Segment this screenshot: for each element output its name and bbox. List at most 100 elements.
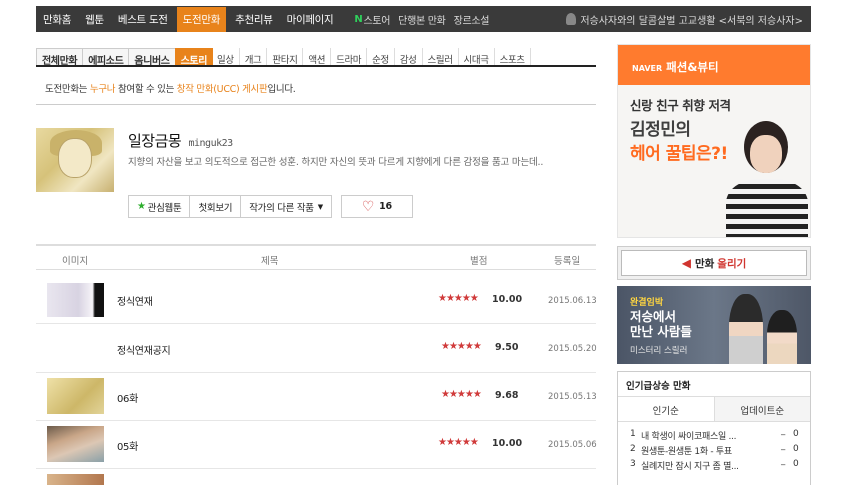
tab-omnibus[interactable]: 옴니버스 xyxy=(128,48,176,67)
challenge-notice: 도전만화는 누구나 참여할 수 있는 창작 만화(UCC) 게시판입니다. xyxy=(45,81,296,95)
naver-n-icon: N xyxy=(354,13,363,25)
comic-author[interactable]: minguk23 xyxy=(188,138,233,149)
rank-title: 원생툰-원생툰 1화 - 투표 xyxy=(641,447,732,457)
rank-change: 0 xyxy=(793,429,799,439)
list-item[interactable]: 1 내 학생이 싸이코패스일 ... ━ 0 xyxy=(630,429,810,444)
tab-genre-sports[interactable]: 스포츠 xyxy=(495,48,531,66)
reaper-icon xyxy=(566,13,577,25)
arrow-icon: ━ xyxy=(781,446,785,454)
rank-change: 0 xyxy=(793,459,799,469)
episode-thumbnail[interactable] xyxy=(47,426,104,462)
ad-genre: 미스터리 스릴러 xyxy=(630,346,688,356)
first-episode-button[interactable]: 첫회보기 xyxy=(189,195,242,218)
secondary-nav: N 스토어 단행본 만화 장르소설 xyxy=(350,12,493,27)
nav-book-comic[interactable]: 단행본 만화 xyxy=(398,12,446,27)
episode-title[interactable]: 05화 xyxy=(117,438,138,453)
episode-title[interactable]: 정식연재 xyxy=(117,293,153,308)
comic-thumbnail[interactable] xyxy=(36,128,114,192)
divider xyxy=(36,104,596,105)
caret-down-icon: ▼ xyxy=(317,202,323,211)
nav-best-challenge[interactable]: 베스트 도전 xyxy=(118,12,168,27)
rating-score: 9.50 xyxy=(495,342,519,353)
table-row[interactable]: 05화 ★★★★★ 10.00 2015.05.06 xyxy=(36,422,597,469)
comic-promo-ad[interactable]: 완결임박 저승에서 만난 사람들 미스터리 스릴러 xyxy=(617,286,811,364)
nav-webtoon[interactable]: 웹툰 xyxy=(85,12,104,27)
tab-story[interactable]: 스토리 xyxy=(174,48,214,67)
nav-store[interactable]: 스토어 xyxy=(363,12,390,27)
tab-genre-drama[interactable]: 드라마 xyxy=(331,48,368,66)
heart-icon: ♡ xyxy=(361,198,375,215)
tab-genre-thriller[interactable]: 스릴러 xyxy=(423,48,459,66)
tab-genre-fantasy[interactable]: 판타지 xyxy=(267,48,304,66)
first-episode-label: 첫회보기 xyxy=(198,202,233,214)
tab-genre-historical[interactable]: 시대극 xyxy=(459,48,495,66)
notice-prefix: 도전만화는 xyxy=(45,84,90,95)
table-row[interactable]: 정식연재공지 ★★★★★ 9.50 2015.05.20 xyxy=(36,325,597,373)
ad-person-face xyxy=(750,135,782,173)
header-image: 이미지 xyxy=(62,256,89,267)
comic-title: 일장금몽 xyxy=(128,132,182,150)
nav-challenge-comic[interactable]: 도전만화 xyxy=(176,6,227,32)
notice-highlight-ucc: 창작 만화(UCC) 게시판 xyxy=(176,84,268,95)
ad-title-line-1: 저승에서 xyxy=(630,309,677,324)
episode-thumbnail[interactable] xyxy=(47,378,104,414)
tab-genre-action[interactable]: 액션 xyxy=(303,48,332,66)
main-nav: 만화홈 웹툰 베스트 도전 도전만화 추천리뷰 마이페이지 xyxy=(36,6,340,32)
ad-line-1: 신랑 친구 취향 저격 xyxy=(630,98,731,113)
list-item[interactable]: 3 실례지만 잠시 지구 좀 멸... ━ 0 xyxy=(630,459,810,474)
naver-brand: NAVER xyxy=(632,64,663,73)
arrow-icon: ━ xyxy=(781,461,785,469)
megaphone-icon: ◀ xyxy=(681,256,691,270)
episode-date: 2015.05.20 xyxy=(548,344,597,354)
comic-actions: ★ 관심웹툰 첫회보기 작가의 다른 작품 ▼ ♡ 16 xyxy=(128,195,413,218)
tab-genre-romance[interactable]: 순정 xyxy=(367,48,395,66)
header-rating: 별점 xyxy=(470,256,488,267)
table-row[interactable]: 06화 ★★★★★ 9.68 2015.05.13 xyxy=(36,374,597,421)
tab-updated[interactable]: 업데이트순 xyxy=(714,397,810,421)
rating-stars: ★★★★★ xyxy=(441,389,482,400)
tab-genre-emotional[interactable]: 감성 xyxy=(395,48,423,66)
notice-middle: 참여할 수 있는 xyxy=(115,84,177,95)
episode-table-header: 이미지 제목 별점 등록일 xyxy=(36,244,596,270)
like-button[interactable]: ♡ 16 xyxy=(340,195,413,218)
episode-thumbnail[interactable] xyxy=(47,474,104,485)
tab-genre-daily[interactable]: 일상 xyxy=(212,48,240,66)
rank-title: 내 학생이 싸이코패스일 ... xyxy=(641,432,737,442)
tab-genre-gag[interactable]: 개그 xyxy=(240,48,268,66)
comic-title-block: 일장금몽 minguk23 xyxy=(128,130,233,151)
rank-number: 2 xyxy=(630,444,636,454)
nav-my-page[interactable]: 마이페이지 xyxy=(287,12,334,27)
nav-recommend-review[interactable]: 추천리뷰 xyxy=(235,12,273,27)
list-item[interactable]: 2 원생툰-원생툰 1화 - 투표 ━ 0 xyxy=(630,444,810,459)
rank-number: 1 xyxy=(630,429,636,439)
rating-stars: ★★★★★ xyxy=(438,293,479,304)
rating-stars: ★★★★★ xyxy=(441,341,482,352)
episode-date: 2015.05.06 xyxy=(548,440,597,450)
nav-comic-home[interactable]: 만화홈 xyxy=(43,12,71,27)
episode-title[interactable]: 정식연재공지 xyxy=(117,342,171,357)
episode-date: 2015.05.13 xyxy=(548,392,597,402)
tab-popular[interactable]: 인기순 xyxy=(618,397,715,421)
top-promo-link[interactable]: 저승사자와의 달콤살벌 고교생활 <서북의 저승사자> xyxy=(566,12,803,27)
header-date: 등록일 xyxy=(554,256,581,267)
ad-tag: 완결임박 xyxy=(630,298,664,308)
tab-episode[interactable]: 에피소드 xyxy=(82,48,130,67)
fashion-beauty-ad[interactable]: NAVER 패션&뷰티 신랑 친구 취향 저격 김정민의 헤어 꿀팁은?! xyxy=(617,44,811,238)
rating-score: 10.00 xyxy=(492,294,523,305)
table-row[interactable] xyxy=(36,470,596,485)
favorite-webtoon-button[interactable]: ★ 관심웹툰 xyxy=(128,195,191,218)
upload-highlight: 올리기 xyxy=(717,257,747,270)
table-row[interactable]: 정식연재 ★★★★★ 10.00 2015.06.13 xyxy=(36,271,597,324)
tab-all-comics[interactable]: 전체만화 xyxy=(36,48,84,67)
favorite-label: 관심웹툰 xyxy=(147,202,182,214)
upload-comic-button[interactable]: ◀ 만화 올리기 xyxy=(621,250,807,276)
episode-thumbnail[interactable] xyxy=(47,283,104,317)
arrow-icon: ━ xyxy=(781,431,785,439)
rank-title: 실례지만 잠시 지구 좀 멸... xyxy=(641,462,739,472)
nav-genre-novel[interactable]: 장르소설 xyxy=(454,12,490,27)
ad-character-1 xyxy=(729,294,763,364)
episode-title[interactable]: 06화 xyxy=(117,390,138,405)
other-works-label: 작가의 다른 작품 xyxy=(249,202,314,214)
upload-label: 만화 xyxy=(694,257,715,270)
other-works-dropdown[interactable]: 작가의 다른 작품 ▼ xyxy=(240,195,332,218)
